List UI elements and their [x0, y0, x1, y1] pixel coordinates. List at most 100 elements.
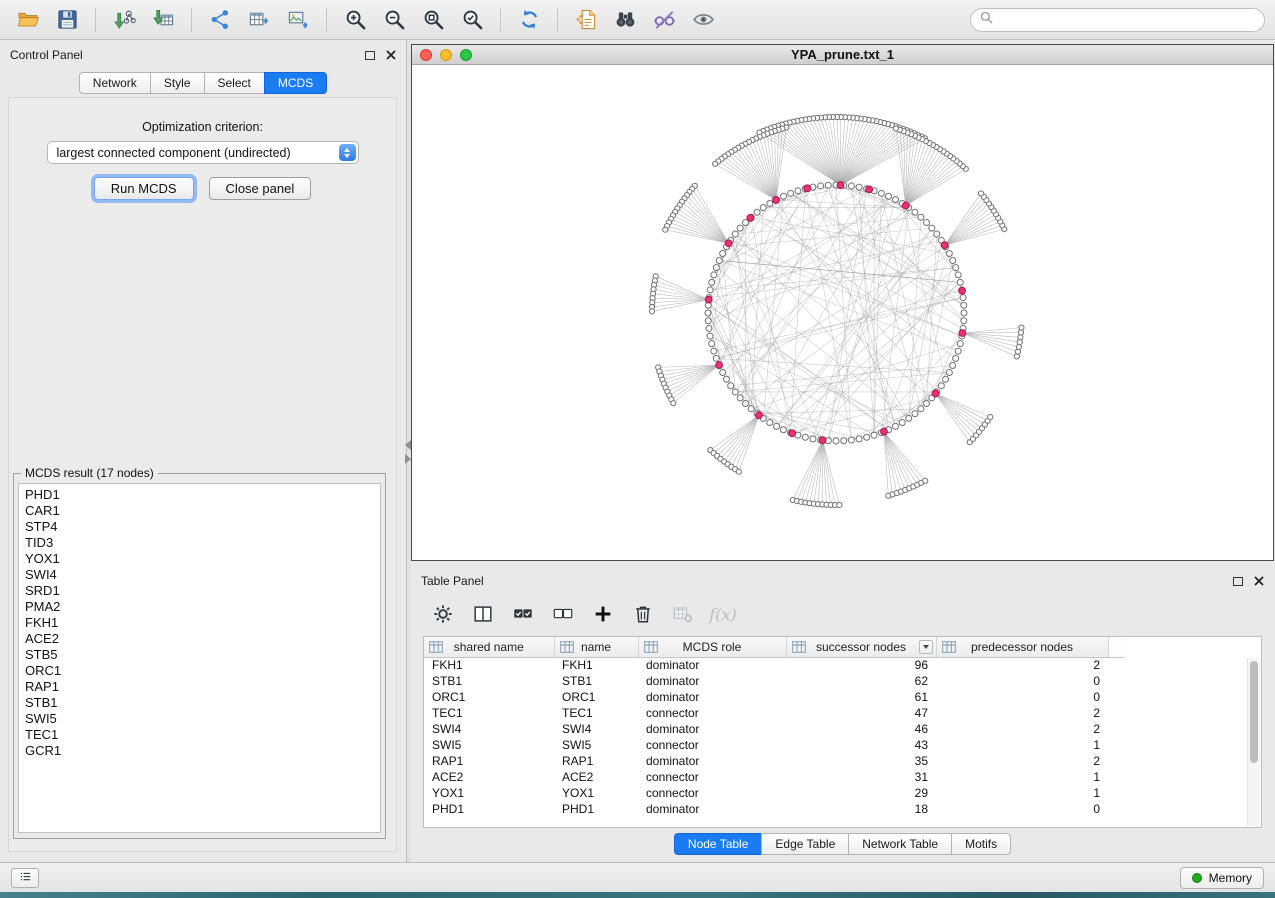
table-row[interactable]: ACE2ACE2connector311: [424, 769, 1124, 785]
save-session-button[interactable]: [49, 4, 85, 36]
table-cell: 0: [936, 801, 1108, 817]
criterion-dropdown-value: largest connected component (undirected): [57, 146, 291, 160]
float-table-panel-icon[interactable]: [1233, 577, 1243, 586]
mcds-result-node[interactable]: TEC1: [25, 727, 380, 743]
zoom-in-button[interactable]: [337, 4, 373, 36]
float-panel-icon[interactable]: [365, 51, 375, 60]
table-row[interactable]: PHD1PHD1dominator180: [424, 801, 1124, 817]
table-row[interactable]: SWI4SWI4dominator462: [424, 721, 1124, 737]
table-cell: 2: [936, 753, 1108, 769]
column-header-successor-nodes[interactable]: successor nodes: [786, 637, 936, 657]
mcds-result-node[interactable]: PMA2: [25, 599, 380, 615]
export-document-button[interactable]: [568, 4, 604, 36]
apply-layout-button[interactable]: [511, 4, 547, 36]
table-cell: dominator: [638, 689, 786, 705]
tab-select[interactable]: Select: [204, 72, 265, 94]
toolbar-separator: [500, 8, 501, 32]
delete-table-button[interactable]: [669, 600, 697, 628]
export-network-button[interactable]: [202, 4, 238, 36]
mcds-result-node[interactable]: ACE2: [25, 631, 380, 647]
mcds-result-node[interactable]: SWI4: [25, 567, 380, 583]
mcds-result-node[interactable]: YOX1: [25, 551, 380, 567]
row-filler: [1108, 705, 1124, 721]
select-all-rows-button[interactable]: [509, 600, 537, 628]
table-row[interactable]: SWI5SWI5connector431: [424, 737, 1124, 753]
table-row[interactable]: FKH1FKH1dominator962: [424, 657, 1124, 673]
import-table-button[interactable]: [145, 4, 181, 36]
close-mcds-panel-button[interactable]: Close panel: [209, 177, 312, 200]
mcds-result-node[interactable]: TID3: [25, 535, 380, 551]
zoom-fit-button[interactable]: [415, 4, 451, 36]
network-window-titlebar[interactable]: YPA_prune.txt_1: [412, 45, 1273, 65]
mcds-result-node[interactable]: SWI5: [25, 711, 380, 727]
open-file-button[interactable]: [10, 4, 46, 36]
table-row[interactable]: STB1STB1dominator620: [424, 673, 1124, 689]
column-header-MCDS-role[interactable]: MCDS role: [638, 637, 786, 657]
export-image-button[interactable]: [280, 4, 316, 36]
table-cell: 1: [936, 785, 1108, 801]
tab-mcds[interactable]: MCDS: [264, 72, 327, 94]
network-canvas[interactable]: [412, 65, 1273, 560]
column-header-predecessor-nodes[interactable]: predecessor nodes: [936, 637, 1108, 657]
close-window-button[interactable]: [420, 49, 432, 61]
export-table-button[interactable]: [241, 4, 277, 36]
mcds-result-node[interactable]: SRD1: [25, 583, 380, 599]
delete-column-button[interactable]: [629, 600, 657, 628]
close-panel-icon[interactable]: [386, 50, 396, 60]
table-row[interactable]: RAP1RAP1dominator352: [424, 753, 1124, 769]
memory-button[interactable]: Memory: [1180, 867, 1264, 889]
function-builder-button[interactable]: f(x): [709, 600, 737, 628]
maximize-window-button[interactable]: [460, 49, 472, 61]
table-panel-header: Table Panel: [411, 566, 1274, 590]
mcds-result-node[interactable]: STB5: [25, 647, 380, 663]
mcds-result-node[interactable]: CAR1: [25, 503, 380, 519]
folder-open-icon: [17, 8, 40, 31]
column-header-name[interactable]: name: [554, 637, 638, 657]
table-tab-edge-table[interactable]: Edge Table: [761, 833, 849, 855]
deselect-all-rows-button[interactable]: [549, 600, 577, 628]
mcds-result-node[interactable]: GCR1: [25, 743, 380, 759]
column-header-shared-name[interactable]: shared name: [424, 637, 554, 657]
mcds-result-list[interactable]: PHD1CAR1STP4TID3YOX1SWI4SRD1PMA2FKH1ACE2…: [18, 483, 381, 833]
network-graph[interactable]: [412, 65, 1273, 560]
minimize-window-button[interactable]: [440, 49, 452, 61]
tab-style[interactable]: Style: [150, 72, 205, 94]
mcds-result-node[interactable]: STP4: [25, 519, 380, 535]
mcds-result-node[interactable]: PHD1: [25, 487, 380, 503]
table-tab-network-table[interactable]: Network Table: [848, 833, 952, 855]
show-panels-button[interactable]: [11, 868, 39, 888]
gear-icon: [432, 603, 454, 625]
add-column-button[interactable]: [589, 600, 617, 628]
zoom-out-button[interactable]: [376, 4, 412, 36]
search-box[interactable]: [970, 8, 1265, 32]
table-panel-title: Table Panel: [421, 574, 484, 588]
mcds-result-node[interactable]: ORC1: [25, 663, 380, 679]
table-scrollbar[interactable]: [1247, 658, 1260, 826]
mcds-result-node[interactable]: RAP1: [25, 679, 380, 695]
show-all-button[interactable]: [685, 4, 721, 36]
import-network-button[interactable]: [106, 4, 142, 36]
table-scrollbar-thumb[interactable]: [1250, 661, 1258, 763]
find-button[interactable]: [607, 4, 643, 36]
mcds-result-node[interactable]: STB1: [25, 695, 380, 711]
table-settings-button[interactable]: [429, 600, 457, 628]
table-cell: dominator: [638, 753, 786, 769]
glasses-slash-icon: [653, 8, 676, 31]
hide-selected-button[interactable]: [646, 4, 682, 36]
search-input[interactable]: [999, 13, 1255, 27]
criterion-dropdown[interactable]: largest connected component (undirected): [47, 141, 359, 164]
table-row[interactable]: ORC1ORC1dominator610: [424, 689, 1124, 705]
run-mcds-button[interactable]: Run MCDS: [94, 177, 194, 200]
eye-icon: [692, 8, 715, 31]
close-table-panel-icon[interactable]: [1254, 576, 1264, 586]
table-row[interactable]: TEC1TEC1connector472: [424, 705, 1124, 721]
mcds-result-node[interactable]: FKH1: [25, 615, 380, 631]
table-tab-node-table[interactable]: Node Table: [674, 833, 763, 855]
table-tab-motifs[interactable]: Motifs: [951, 833, 1011, 855]
row-filler: [1108, 737, 1124, 753]
zoom-selected-button[interactable]: [454, 4, 490, 36]
sort-menu-icon[interactable]: [919, 640, 933, 654]
table-row[interactable]: YOX1YOX1connector291: [424, 785, 1124, 801]
toggle-columns-button[interactable]: [469, 600, 497, 628]
tab-network[interactable]: Network: [79, 72, 151, 94]
